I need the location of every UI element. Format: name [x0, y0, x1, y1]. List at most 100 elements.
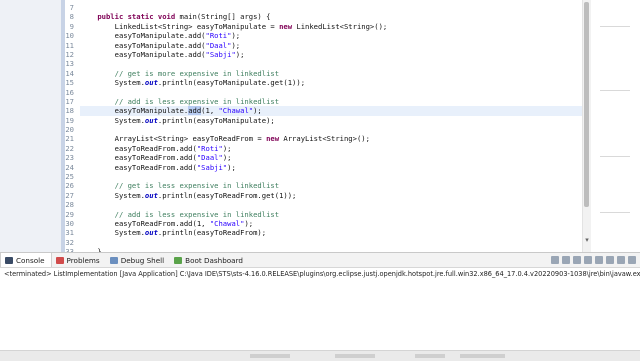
line-number: 9 [69, 21, 74, 31]
code-line[interactable]: easyToManipulate.add("Roti"); [80, 31, 590, 40]
code-token: ); [222, 143, 232, 153]
pin-console-icon[interactable] [595, 256, 603, 264]
code-comment: // get is less expensive in linkedlist [80, 181, 280, 191]
code-line[interactable]: easyToManipulate.add(1, "Chawal"); [80, 106, 590, 116]
console-output[interactable] [0, 280, 640, 350]
code-keyword: new [279, 21, 293, 31]
tab-label: Boot Dashboard [185, 255, 243, 265]
ruler-mark [600, 26, 630, 27]
tab-boot-dashboard[interactable]: Boot Dashboard [170, 253, 249, 267]
scroll-down-arrow-icon[interactable]: ▾ [583, 236, 591, 244]
code-token: ); [253, 106, 262, 116]
display-console-icon[interactable] [606, 256, 614, 264]
code-comment: // get is more expensive in linkedlist [80, 68, 280, 78]
code-comment: // add is less expensive in linkedlist [80, 209, 280, 219]
line-number: 10 [65, 31, 74, 41]
code-line[interactable]: System.out.println(easyToManipulate.get(… [80, 78, 590, 87]
code-line[interactable] [80, 172, 590, 181]
code-line[interactable] [80, 238, 590, 247]
code-token: easyToReadFrom.add( [80, 143, 197, 153]
code-token: .println(easyToReadFrom.get(1)); [157, 190, 297, 200]
code-line[interactable]: easyToReadFrom.add("Sabji"); [80, 163, 590, 172]
code-editor[interactable]: 7 8 9 10 11 12 13 14 15 16 17 18 19 20 21 22 23 24 25 26 27 2… [0, 0, 640, 252]
scroll-lock-icon[interactable] [584, 256, 592, 264]
status-segment [250, 354, 290, 358]
code-line[interactable]: public static void main(String[] args) { [80, 12, 590, 21]
code-token: ); [222, 153, 232, 163]
code-line[interactable]: // get is more expensive in linkedlist [80, 69, 590, 78]
terminate-icon[interactable] [551, 256, 559, 264]
code-token: .println(easyToManipulate); [157, 115, 275, 125]
code-line[interactable]: LinkedList<String> easyToManipulate = ne… [80, 22, 590, 31]
code-token: easyToManipulate.add( [80, 31, 206, 41]
code-area[interactable]: public static void main(String[] args) {… [80, 3, 590, 252]
code-string: "Chawal" [209, 218, 245, 228]
console-tab-bar: Console Problems Debug Shell Boot Dashbo… [0, 253, 640, 268]
code-token: .println(easyToReadFrom); [157, 228, 267, 238]
code-string: "Roti" [205, 31, 232, 41]
ruler-mark [600, 156, 630, 157]
code-keyword: static [127, 12, 154, 22]
tab-debug-shell[interactable]: Debug Shell [106, 253, 170, 267]
status-segment [415, 354, 445, 358]
code-line[interactable]: // get is less expensive in linkedlist [80, 181, 590, 190]
line-number: 25 [65, 172, 74, 182]
code-line[interactable]: easyToManipulate.add("Sabji"); [80, 50, 590, 59]
vertical-scrollbar[interactable]: ▾ [582, 0, 591, 252]
scrollbar-thumb[interactable] [584, 2, 589, 207]
code-line[interactable] [80, 59, 590, 68]
line-number: 13 [65, 59, 74, 69]
code-line[interactable]: // add is less expensive in linkedlist [80, 210, 590, 219]
code-line[interactable]: easyToManipulate.add("Daal"); [80, 41, 590, 50]
minimize-icon[interactable] [617, 256, 625, 264]
tab-label: Console [16, 255, 45, 265]
code-token: ); [244, 218, 254, 228]
line-number: 28 [65, 200, 74, 210]
code-token: easyToManipulate.add( [80, 49, 206, 59]
code-token: LinkedList<String>(); [292, 21, 388, 31]
code-line[interactable]: easyToReadFrom.add(1, "Chawal"); [80, 219, 590, 228]
line-number: 7 [69, 3, 74, 12]
line-number: 19 [65, 115, 74, 125]
code-token: ); [231, 40, 241, 50]
code-line[interactable]: // add is less expensive in linkedlist [80, 97, 590, 106]
line-number: 30 [65, 218, 74, 228]
line-number: 15 [65, 78, 74, 88]
boot-dashboard-icon [174, 256, 183, 264]
code-token: LinkedList<String> easyToManipulate = [80, 21, 280, 31]
code-string: "Chawal" [218, 106, 254, 116]
code-line[interactable] [80, 125, 590, 134]
line-number: 27 [65, 190, 74, 200]
line-number: 21 [65, 134, 74, 144]
code-string: "Sabji" [205, 49, 236, 59]
maximize-icon[interactable] [628, 256, 636, 264]
tab-console[interactable]: Console [0, 253, 52, 267]
console-icon [5, 256, 13, 264]
code-line[interactable]: easyToReadFrom.add("Roti"); [80, 144, 590, 153]
code-keyword: public [97, 12, 124, 22]
code-line[interactable] [80, 88, 590, 97]
line-number: 17 [65, 96, 74, 106]
line-number: 16 [65, 87, 74, 97]
code-line[interactable]: ArrayList<String> easyToReadFrom = new A… [80, 134, 590, 143]
code-line[interactable] [80, 200, 590, 209]
line-number: 8 [69, 12, 74, 22]
code-token: easyToReadFrom.add( [80, 162, 197, 172]
code-token: out [144, 115, 158, 125]
code-line[interactable]: easyToReadFrom.add("Daal"); [80, 153, 590, 162]
code-line[interactable]: System.out.println(easyToReadFrom); [80, 228, 590, 237]
clear-console-icon[interactable] [573, 256, 581, 264]
right-annotation-ruler [592, 0, 640, 252]
code-token: ); [227, 162, 236, 172]
code-line[interactable]: System.out.println(easyToManipulate); [80, 116, 590, 125]
debug-shell-icon [109, 256, 118, 264]
code-line[interactable]: System.out.println(easyToReadFrom.get(1)… [80, 191, 590, 200]
tab-problems[interactable]: Problems [52, 253, 106, 267]
remove-launch-icon[interactable] [562, 256, 570, 264]
code-line[interactable] [80, 3, 590, 12]
code-token: (1, [201, 106, 219, 116]
code-token: easyToManipulate. [80, 106, 189, 116]
code-token: main(String[] args) { [175, 12, 271, 22]
code-token: easyToManipulate.add( [80, 40, 206, 50]
